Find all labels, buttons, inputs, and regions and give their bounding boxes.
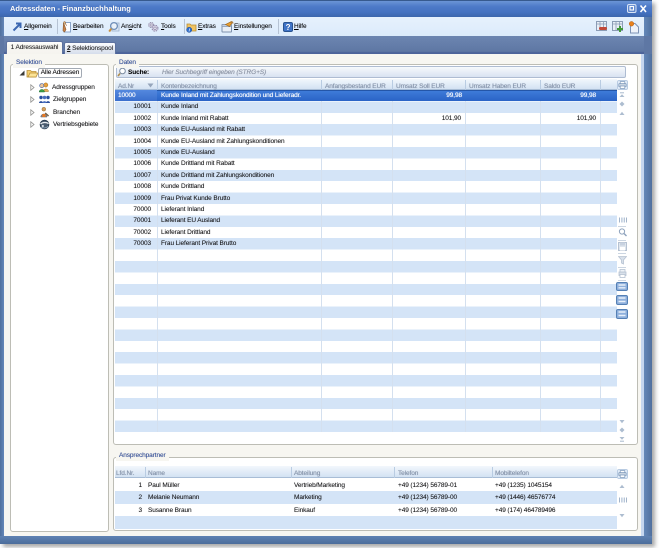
svg-text:?: ?: [286, 23, 291, 32]
